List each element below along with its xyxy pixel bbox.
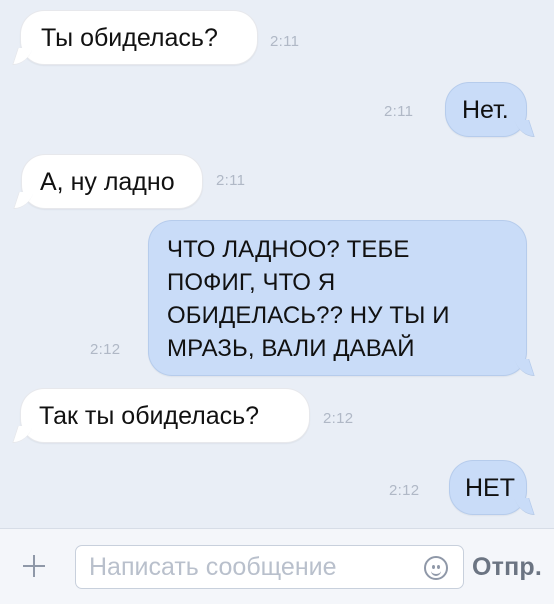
message-bubble[interactable]: Так ты обиделась? bbox=[20, 388, 310, 443]
message-text: Ты обиделась? bbox=[41, 24, 218, 52]
message-time: 2:12 bbox=[389, 482, 420, 499]
message-bubble[interactable]: НЕТ bbox=[449, 460, 527, 515]
message-time: 2:11 bbox=[270, 33, 300, 50]
emoji-mouth-icon bbox=[431, 568, 441, 576]
message-bubble[interactable]: А, ну ладно bbox=[21, 154, 203, 209]
message-input[interactable]: Написать сообщение bbox=[75, 545, 464, 589]
plus-icon[interactable] bbox=[17, 549, 51, 583]
message-bubble[interactable]: ЧТО ЛАДНОО? ТЕБЕ ПОФИГ, ЧТО Я ОБИДЕЛАСЬ?… bbox=[148, 220, 527, 376]
message-text: НЕТ bbox=[465, 474, 515, 502]
chat-history: Ты обиделась? 2:11 2:11 Нет. А, ну ладно… bbox=[0, 0, 554, 528]
message-composer: Написать сообщение Отпр. bbox=[0, 528, 554, 604]
message-time: 2:12 bbox=[323, 410, 354, 427]
message-time: 2:11 bbox=[384, 103, 414, 120]
message-bubble[interactable]: Нет. bbox=[445, 82, 527, 137]
message-time: 2:11 bbox=[216, 172, 246, 189]
message-text: Нет. bbox=[462, 96, 509, 124]
message-text: Так ты обиделась? bbox=[39, 402, 260, 430]
message-placeholder: Написать сообщение bbox=[89, 553, 337, 581]
message-text: А, ну ладно bbox=[40, 168, 175, 196]
message-bubble[interactable]: Ты обиделась? bbox=[20, 10, 258, 65]
message-time: 2:12 bbox=[90, 341, 121, 358]
send-button[interactable]: Отпр. bbox=[472, 549, 542, 585]
emoji-icon[interactable] bbox=[424, 556, 448, 580]
message-text: ЧТО ЛАДНОО? ТЕБЕ ПОФИГ, ЧТО Я ОБИДЕЛАСЬ?… bbox=[167, 236, 450, 362]
